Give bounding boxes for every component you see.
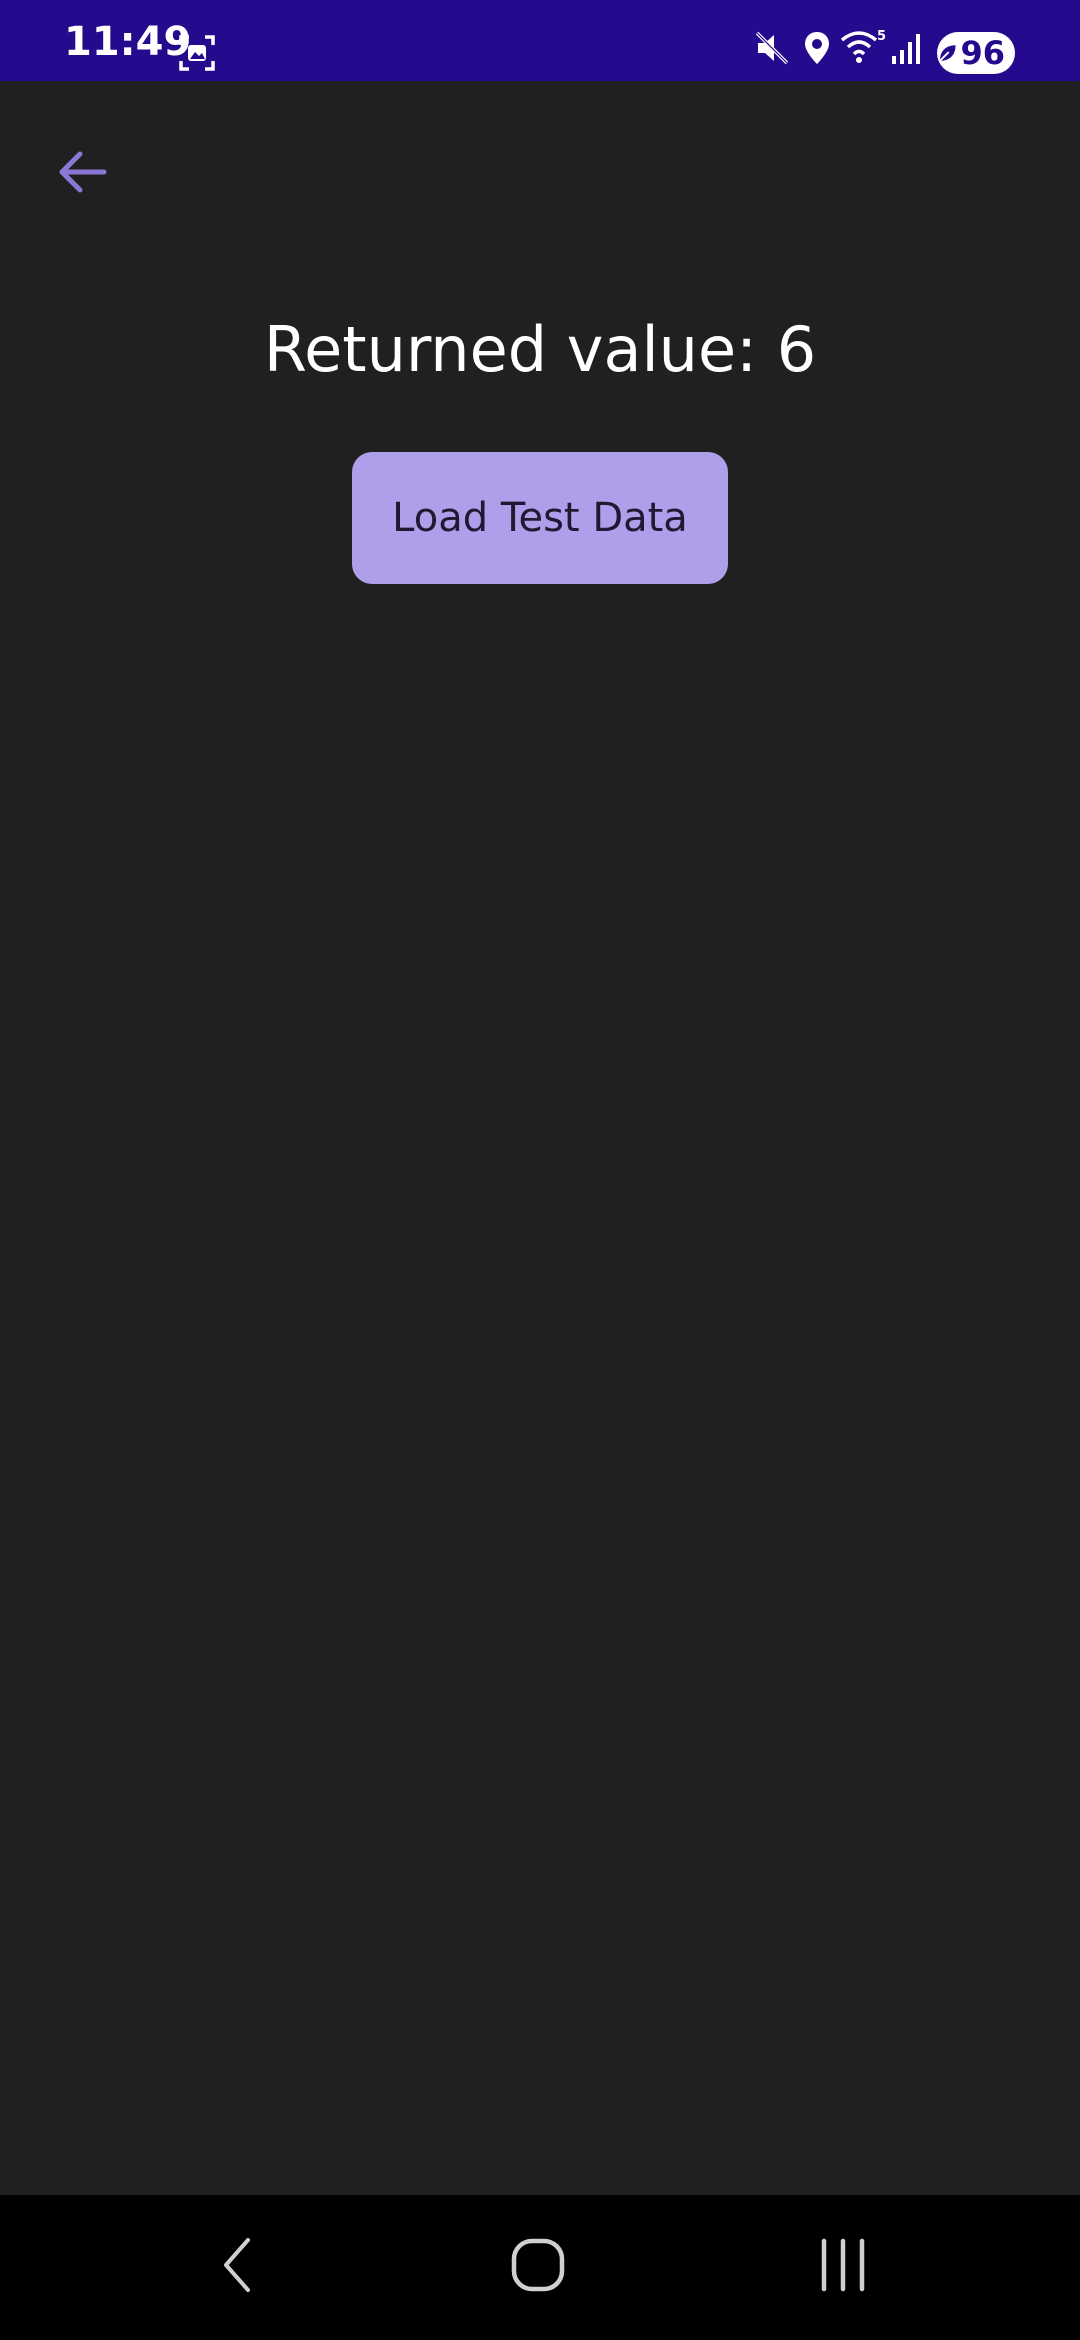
- signal-icon: [890, 28, 924, 68]
- back-button[interactable]: [42, 132, 122, 212]
- mute-icon: [752, 28, 792, 68]
- nav-back-button[interactable]: [188, 2225, 288, 2305]
- screenshot-icon: [178, 34, 216, 72]
- app-content: Returned value: 6 Load Test Data: [0, 81, 1080, 2195]
- recents-nav-icon: [821, 2238, 865, 2292]
- status-time: 11:49: [64, 19, 192, 65]
- nav-home-button[interactable]: [488, 2225, 588, 2305]
- battery-leaf-icon: [939, 45, 956, 62]
- location-icon: [797, 28, 837, 68]
- wifi-icon: 5: [840, 28, 886, 68]
- arrow-left-icon: [59, 151, 107, 193]
- load-test-data-button[interactable]: Load Test Data: [352, 452, 728, 584]
- returned-value-label: Returned value: 6: [263, 313, 817, 386]
- battery-level: 96: [960, 34, 1005, 72]
- svg-text:5: 5: [877, 29, 886, 44]
- home-nav-icon: [511, 2238, 565, 2292]
- nav-recents-button[interactable]: [793, 2225, 893, 2305]
- status-bar: 11:49 5 96: [0, 0, 1080, 81]
- navigation-bar: [0, 2195, 1080, 2340]
- battery-indicator: 96: [937, 32, 1015, 74]
- back-nav-icon: [224, 2238, 250, 2292]
